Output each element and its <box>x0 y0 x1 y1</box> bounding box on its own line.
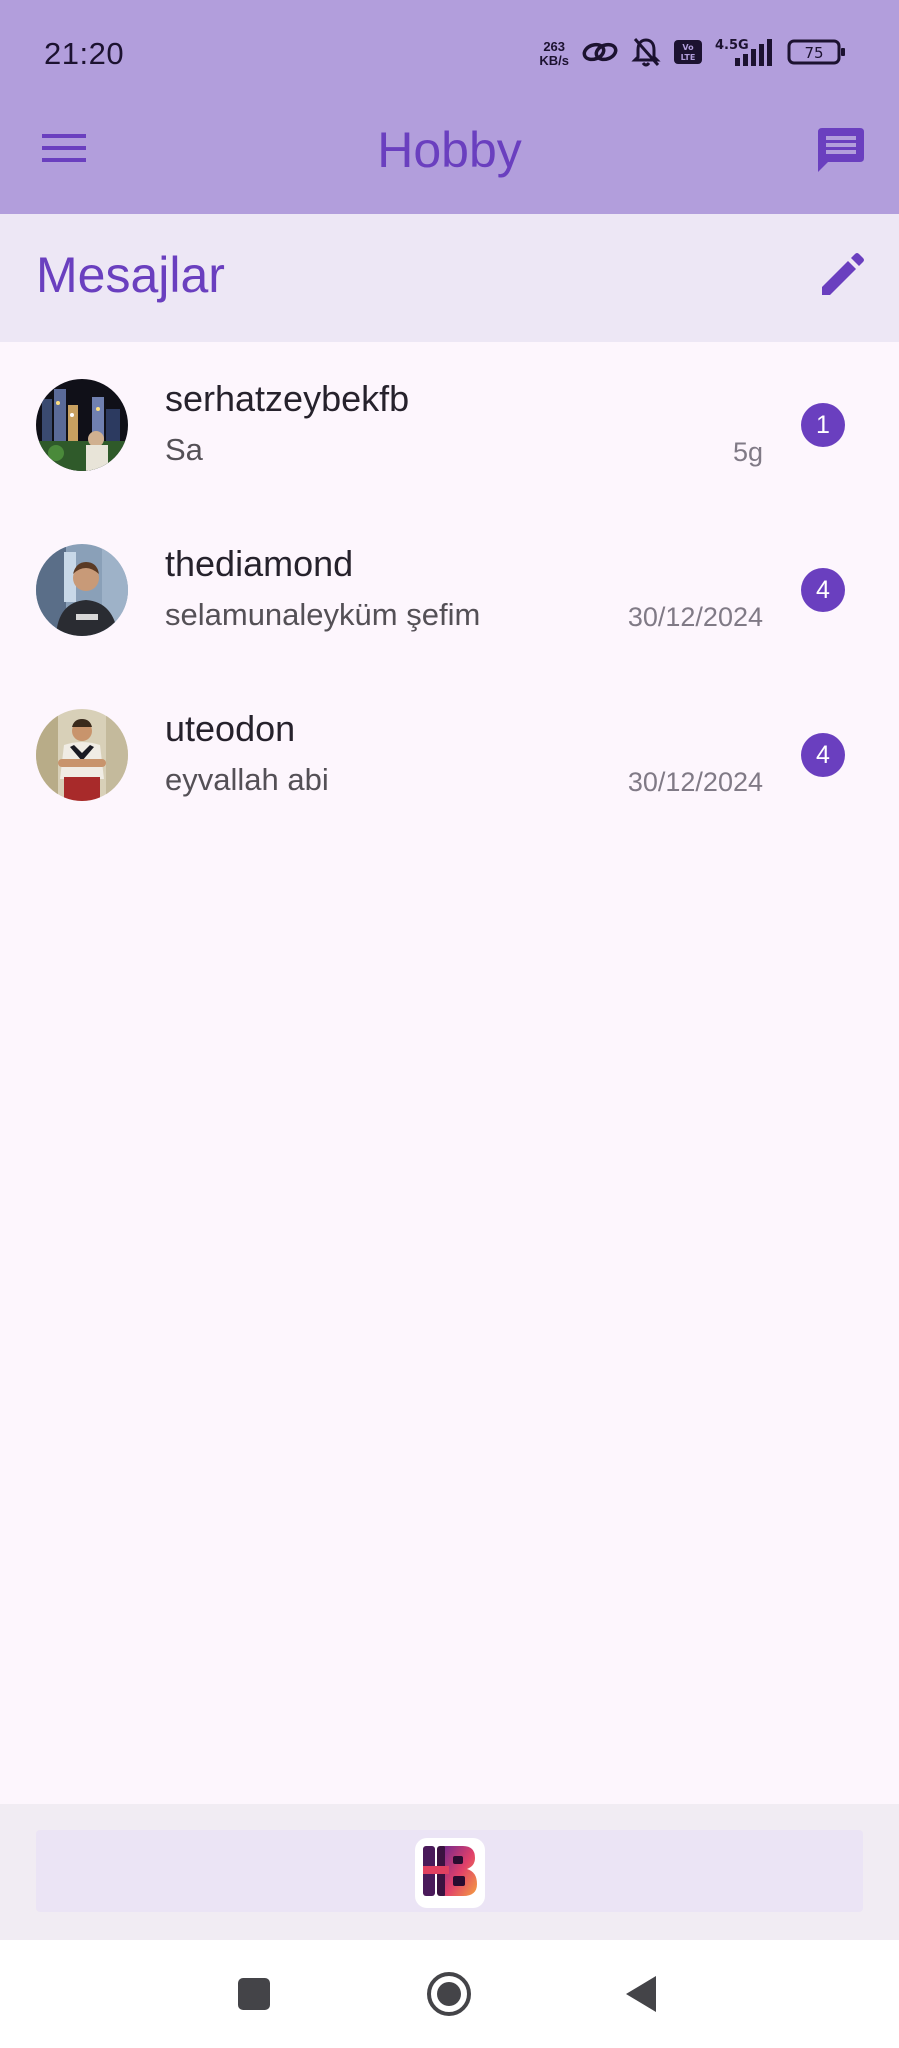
net-speed: 263 KB/s <box>539 40 569 68</box>
home-icon <box>425 1970 473 2023</box>
hobby-logo-icon <box>419 1840 481 1907</box>
conversation-row[interactable]: uteodon eyvallah abi 30/12/2024 4 <box>0 672 899 837</box>
conversation-name: uteodon <box>165 708 296 749</box>
svg-text:LTE: LTE <box>681 53 696 62</box>
recents-button[interactable] <box>226 1968 282 2024</box>
status-time: 21:20 <box>44 36 125 71</box>
edit-icon <box>818 252 864 304</box>
avatar <box>36 544 128 636</box>
conversation-last-message: selamunaleyküm şefim <box>165 597 481 632</box>
chat-icon <box>816 126 866 179</box>
battery-icon: 75 <box>787 38 847 71</box>
battery-level: 75 <box>804 44 823 62</box>
conversation-row[interactable]: serhatzeybekfb Sa 5g 1 <box>0 342 899 507</box>
unread-badge: 4 <box>801 733 845 777</box>
link-icon <box>581 40 619 69</box>
app-logo-button[interactable] <box>415 1838 485 1908</box>
home-button[interactable] <box>421 1968 477 2024</box>
conversation-time: 30/12/2024 <box>627 767 763 797</box>
conversation-row[interactable]: thediamond selamunaleyküm şefim 30/12/20… <box>0 507 899 672</box>
svg-text:Vo: Vo <box>682 43 694 52</box>
conversation-name: serhatzeybekfb <box>165 378 410 419</box>
net-speed-value: 263 <box>543 39 566 54</box>
back-icon <box>624 1974 660 2019</box>
new-message-button[interactable] <box>813 250 869 306</box>
section-title: Mesajlar <box>36 247 225 303</box>
conversation-last-message: Sa <box>165 432 203 467</box>
conversation-list: serhatzeybekfb Sa 5g 1 thediamond selamu… <box>0 342 899 837</box>
avatar <box>36 379 128 471</box>
volte-icon: Vo LTE <box>673 38 703 71</box>
net-speed-unit: KB/s <box>539 53 569 68</box>
bell-off-icon <box>631 36 661 73</box>
conversation-name: thediamond <box>165 543 354 584</box>
status-icons: 263 KB/s Vo LTE 4.5G 75 <box>539 34 847 74</box>
svg-text:4.5G: 4.5G <box>715 38 749 53</box>
avatar <box>36 709 128 801</box>
signal-icon: 4.5G <box>715 36 775 73</box>
conversation-last-message: eyvallah abi <box>165 762 329 797</box>
chat-button[interactable] <box>813 124 869 180</box>
unread-badge: 1 <box>801 403 845 447</box>
conversation-time: 5g <box>732 437 763 467</box>
recents-icon <box>236 1976 272 2017</box>
app-title: Hobby <box>377 122 522 178</box>
unread-badge: 4 <box>801 568 845 612</box>
back-button[interactable] <box>614 1968 670 2024</box>
conversation-time: 30/12/2024 <box>627 602 763 632</box>
